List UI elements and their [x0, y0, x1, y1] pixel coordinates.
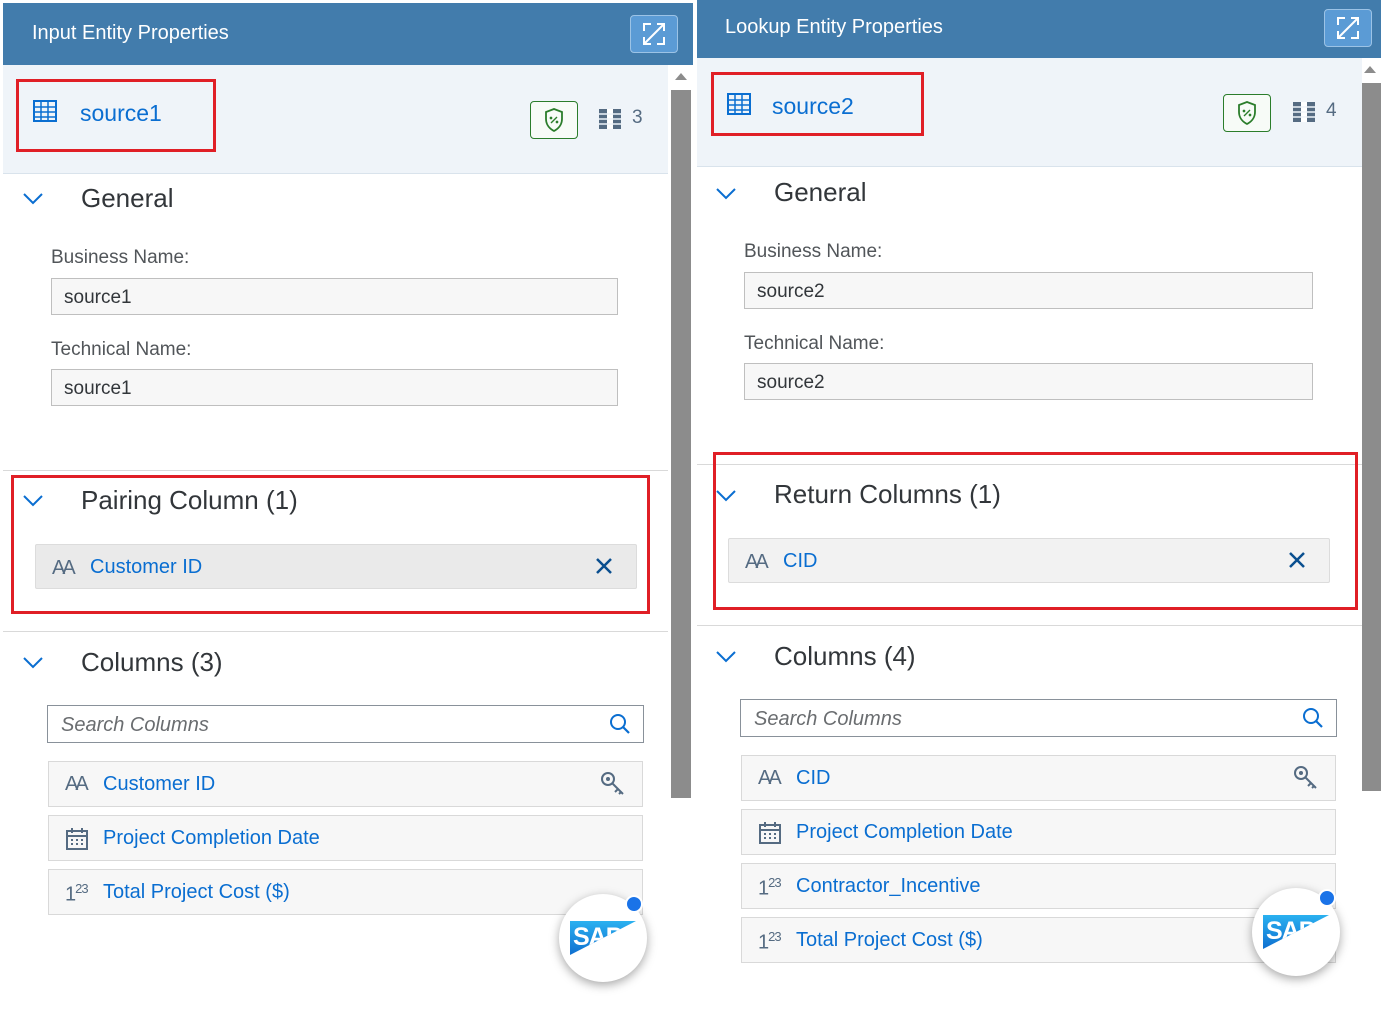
panel-title: Lookup Entity Properties	[725, 16, 943, 38]
business-name-label: Business Name:	[744, 241, 883, 262]
number-type-icon: 123	[758, 929, 782, 954]
text-type-icon: AA	[65, 773, 89, 795]
expand-button[interactable]	[630, 15, 678, 53]
key-icon	[601, 772, 624, 795]
column-label: Project Completion Date	[796, 821, 1013, 843]
columns-icon	[599, 109, 621, 129]
data-access-control-button[interactable]	[530, 101, 578, 139]
column-count: 4	[1326, 100, 1337, 121]
columns-section-title: Columns (4)	[774, 641, 916, 671]
columns-icon	[1293, 102, 1315, 122]
panel-title: Input Entity Properties	[32, 22, 229, 44]
lookup-entity-panel: Lookup Entity Properties source2 4 Gener…	[697, 0, 1381, 1015]
general-section-title: General	[774, 177, 867, 207]
search-icon[interactable]	[1302, 707, 1324, 729]
notification-dot	[1318, 889, 1336, 907]
search-placeholder: Search Columns	[61, 714, 209, 736]
column-item-project-completion-date[interactable]: Project Completion Date	[48, 815, 643, 861]
chevron-down-icon[interactable]	[715, 185, 737, 201]
column-label: CID	[796, 767, 831, 789]
column-item-project-completion-date[interactable]: Project Completion Date	[741, 809, 1336, 855]
column-item-total-project-cost[interactable]: 123 Total Project Cost ($)	[48, 869, 643, 915]
technical-name-label: Technical Name:	[744, 333, 885, 354]
scrollbar[interactable]	[1362, 83, 1381, 791]
section-divider	[3, 470, 668, 471]
technical-name-field[interactable]: source1	[51, 369, 618, 406]
section-divider	[697, 625, 1362, 626]
general-section-title: General	[81, 183, 174, 213]
column-item-customer-id[interactable]: AA Customer ID	[48, 761, 643, 807]
column-count: 3	[632, 107, 643, 128]
chevron-down-icon[interactable]	[715, 648, 737, 664]
business-name-field[interactable]: source1	[51, 278, 618, 315]
entity-name-highlight	[711, 72, 924, 136]
column-label: Total Project Cost ($)	[103, 881, 290, 903]
notification-dot	[625, 895, 643, 913]
input-entity-panel: Input Entity Properties source1 3 Genera…	[0, 0, 693, 1015]
scroll-up-arrow[interactable]	[1364, 66, 1376, 73]
column-label: Project Completion Date	[103, 827, 320, 849]
search-icon[interactable]	[609, 713, 631, 735]
search-columns-input[interactable]: Search Columns	[47, 705, 644, 743]
column-item-total-project-cost[interactable]: 123 Total Project Cost ($)	[741, 917, 1336, 963]
expand-icon	[643, 23, 665, 45]
calendar-icon	[66, 828, 88, 850]
number-type-icon: 123	[758, 875, 782, 900]
business-name-label: Business Name:	[51, 247, 190, 268]
data-access-control-button[interactable]	[1223, 94, 1271, 132]
key-icon	[1294, 766, 1317, 789]
sap-logo: SAP	[1263, 915, 1329, 949]
column-item-contractor-incentive[interactable]: 123 Contractor_Incentive	[741, 863, 1336, 909]
section-divider	[3, 631, 668, 632]
scroll-up-arrow[interactable]	[675, 73, 687, 80]
technical-name-field[interactable]: source2	[744, 363, 1313, 400]
chevron-down-icon[interactable]	[22, 190, 44, 206]
column-label: Contractor_Incentive	[796, 875, 981, 897]
sap-logo: SAP	[570, 921, 636, 955]
expand-icon	[1337, 17, 1359, 39]
return-highlight	[713, 452, 1358, 610]
shield-icon	[545, 108, 563, 132]
column-label: Customer ID	[103, 773, 216, 795]
panel-header: Input Entity Properties	[3, 3, 693, 65]
pairing-highlight	[11, 475, 650, 614]
search-placeholder: Search Columns	[754, 708, 902, 730]
calendar-icon	[759, 822, 781, 844]
search-columns-input[interactable]: Search Columns	[740, 699, 1337, 737]
panel-header: Lookup Entity Properties	[697, 0, 1381, 58]
text-type-icon: AA	[758, 767, 782, 789]
column-item-cid[interactable]: AA CID	[741, 755, 1336, 801]
shield-icon	[1238, 101, 1256, 125]
column-label: Total Project Cost ($)	[796, 929, 983, 951]
technical-name-label: Technical Name:	[51, 339, 192, 360]
business-name-field[interactable]: source2	[744, 272, 1313, 309]
expand-button[interactable]	[1324, 9, 1372, 47]
chevron-down-icon[interactable]	[22, 654, 44, 670]
columns-section-title: Columns (3)	[81, 647, 223, 677]
scrollbar[interactable]	[671, 90, 691, 798]
entity-name-highlight	[16, 79, 216, 152]
number-type-icon: 123	[65, 881, 89, 906]
